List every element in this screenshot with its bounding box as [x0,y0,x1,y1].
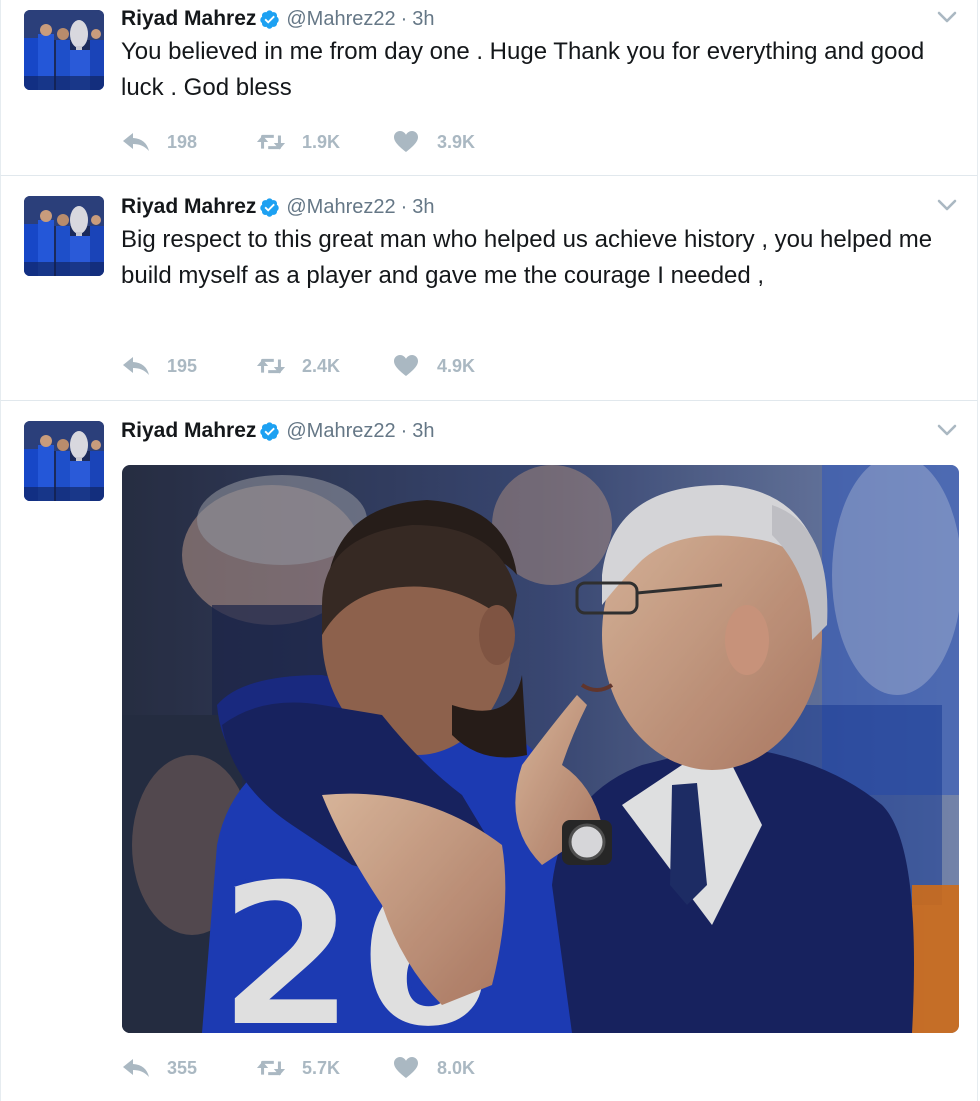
tweet-card-2[interactable]: Riyad Mahrez @Mahrez22 · 3h Big respect … [0,176,978,401]
verified-badge-icon [259,197,280,218]
retweet-count: 2.4K [302,355,341,376]
user-handle[interactable]: @Mahrez22 [286,8,395,31]
like-heart-icon [391,354,421,378]
retweet-icon [256,130,286,154]
avatar-image [24,10,104,90]
tweet-card-1[interactable]: Riyad Mahrez @Mahrez22 · 3h You believed… [0,0,978,176]
avatar[interactable] [24,10,104,90]
like-count: 4.9K [437,355,476,376]
timestamp[interactable]: 3h [412,196,434,219]
avatar-image [24,421,104,501]
like-heart-icon [391,1056,421,1080]
tweet-text: You believed in me from day one . Huge T… [121,38,925,101]
user-handle[interactable]: @Mahrez22 [286,196,395,219]
retweet-button[interactable]: 1.9K [256,130,391,154]
chevron-down-icon[interactable] [937,423,957,437]
timestamp[interactable]: 3h [412,8,434,31]
like-button[interactable]: 4.9K [391,354,526,378]
chevron-down-icon[interactable] [937,198,957,212]
tweet-header: Riyad Mahrez @Mahrez22 · 3h [121,416,435,446]
reply-count: 198 [167,131,198,152]
tweet-header: Riyad Mahrez @Mahrez22 · 3h [121,192,435,222]
display-name[interactable]: Riyad Mahrez [121,195,256,219]
timestamp[interactable]: 3h [412,420,434,443]
separator-dot: · [400,195,408,218]
retweet-icon [256,1056,286,1080]
like-count: 3.9K [437,131,476,152]
chevron-down-icon[interactable] [937,10,957,24]
reply-icon [121,354,151,378]
avatar-image [24,196,104,276]
reply-count: 355 [167,1057,198,1078]
avatar[interactable] [24,196,104,276]
display-name[interactable]: Riyad Mahrez [121,7,256,31]
tweet-actions: 355 5.7K 8.0K [121,1053,526,1083]
tweet-photo[interactable]: 26 [122,465,959,1033]
user-handle[interactable]: @Mahrez22 [286,420,395,443]
retweet-button[interactable]: 2.4K [256,354,391,378]
retweet-count: 1.9K [302,131,341,152]
reply-button[interactable]: 195 [121,354,256,378]
verified-badge-icon [259,9,280,30]
reply-icon [121,130,151,154]
tweet-header: Riyad Mahrez @Mahrez22 · 3h [121,4,435,34]
photo-embrace: 26 [122,465,959,1033]
retweet-count: 5.7K [302,1057,341,1078]
tweet-text: Big respect to this great man who helped… [121,226,933,289]
separator-dot: · [400,419,408,442]
like-count: 8.0K [437,1057,476,1078]
display-name[interactable]: Riyad Mahrez [121,419,256,443]
like-button[interactable]: 8.0K [391,1056,526,1080]
retweet-button[interactable]: 5.7K [256,1056,391,1080]
reply-button[interactable]: 355 [121,1056,256,1080]
avatar[interactable] [24,421,104,501]
retweet-icon [256,354,286,378]
like-button[interactable]: 3.9K [391,130,526,154]
reply-count: 195 [167,355,198,376]
tweet-card-3[interactable]: Riyad Mahrez @Mahrez22 · 3h 26 355 5.7K … [0,401,978,1101]
reply-button[interactable]: 198 [121,130,256,154]
separator-dot: · [400,7,408,30]
like-heart-icon [391,130,421,154]
verified-badge-icon [259,421,280,442]
reply-icon [121,1056,151,1080]
tweet-actions: 195 2.4K 4.9K [121,351,526,381]
tweet-actions: 198 1.9K 3.9K [121,127,526,157]
